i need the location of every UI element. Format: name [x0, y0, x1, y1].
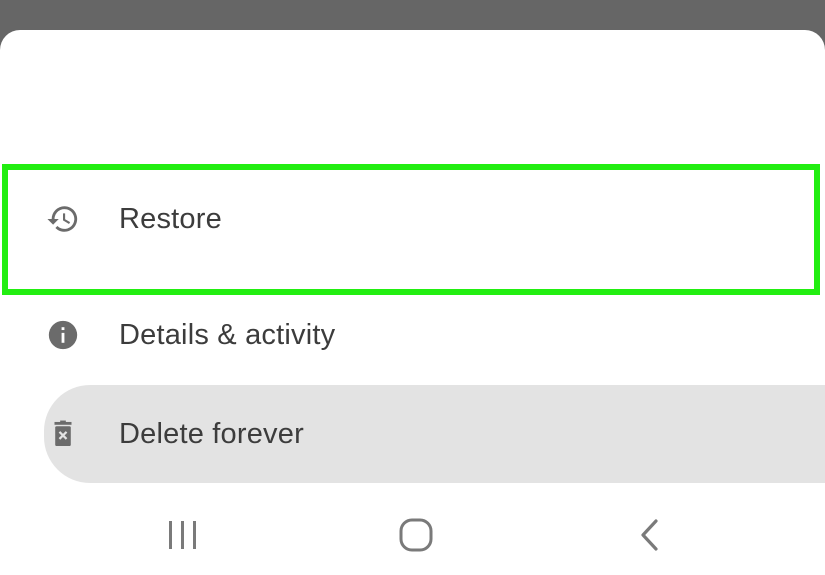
- system-navigation-bar: [0, 500, 825, 575]
- menu-item-label: Delete forever: [119, 417, 304, 450]
- menu-item-label: Restore: [119, 202, 222, 235]
- back-button[interactable]: [619, 512, 679, 562]
- menu-item-details-activity[interactable]: Details & activity: [0, 286, 825, 384]
- delete-forever-icon: [44, 415, 82, 453]
- recents-icon: [165, 518, 201, 557]
- recents-button[interactable]: [153, 512, 213, 562]
- restore-history-icon: [44, 200, 82, 238]
- menu-item-delete-forever[interactable]: Delete forever: [44, 385, 825, 483]
- bottom-sheet: Restore Details & activity Delete foreve…: [0, 30, 825, 575]
- menu-item-label: Details & activity: [119, 318, 336, 351]
- home-icon: [398, 517, 434, 558]
- info-icon: [44, 316, 82, 354]
- home-button[interactable]: [386, 512, 446, 562]
- back-icon: [635, 517, 663, 558]
- menu-item-restore[interactable]: Restore: [0, 170, 825, 268]
